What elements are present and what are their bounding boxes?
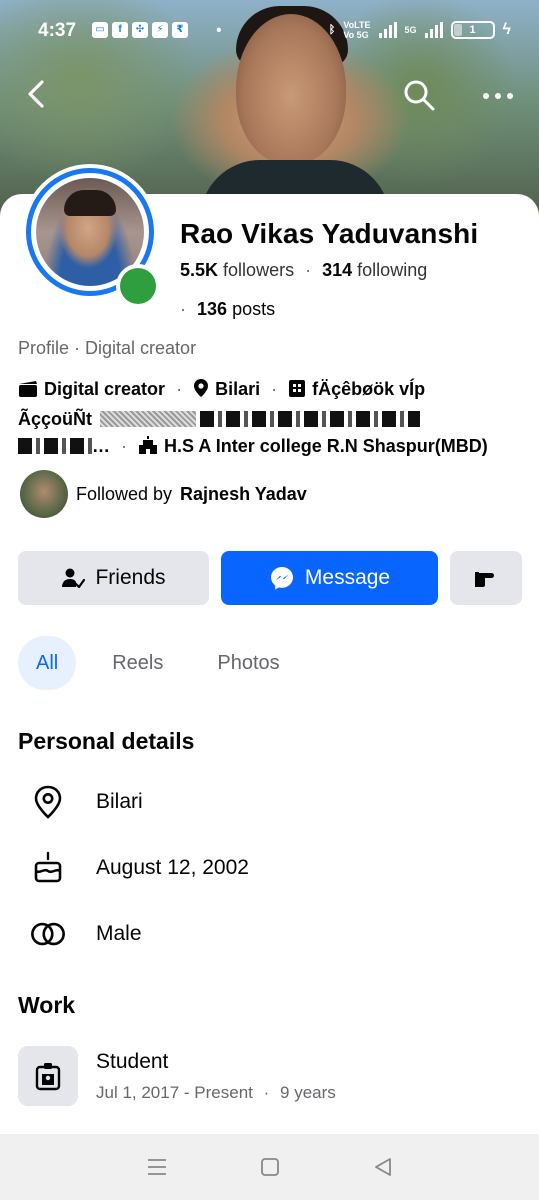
- search-icon: [404, 80, 435, 111]
- intro-ellipsis: …: [92, 436, 110, 456]
- status-right: ᛒ VoLTE Vo 5G 5G 1 ϟ: [329, 20, 511, 40]
- charging-icon: ϟ: [502, 21, 511, 38]
- notification-icons: ▭ f ✣ ⚡ ₹: [92, 22, 188, 38]
- more-options-button[interactable]: [480, 82, 516, 110]
- gender-rings-icon: [30, 916, 66, 952]
- work-title: Student: [96, 1050, 169, 1073]
- detail-birthday-text: August 12, 2002: [96, 856, 249, 879]
- friends-label: Friends: [95, 566, 166, 589]
- home-button[interactable]: [240, 1147, 300, 1187]
- following-count: 314: [322, 260, 353, 280]
- intro-creator: Digital creator: [44, 379, 166, 399]
- work-dates: Jul 1, 2017 - Present: [96, 1083, 253, 1102]
- following-link[interactable]: 314 following: [322, 260, 427, 280]
- online-status-indicator: [116, 264, 160, 308]
- location-pin-icon: [193, 378, 209, 406]
- signal-icon: [378, 22, 397, 38]
- triangle-back-icon: [374, 1158, 391, 1176]
- more-notifications-dot: •: [216, 22, 222, 39]
- detail-location-text: Bilari: [96, 790, 143, 813]
- square-home-icon: [260, 1158, 279, 1176]
- location-pin-icon: [30, 784, 66, 820]
- system-navigation-bar: [0, 1134, 539, 1200]
- tab-photos[interactable]: Photos: [199, 636, 297, 690]
- building-icon: [288, 378, 306, 406]
- app-notification-icon: ✣: [132, 22, 148, 38]
- menu-lines-icon: [147, 1159, 166, 1175]
- mutual-follower[interactable]: Followed by Rajnesh Yadav: [20, 470, 307, 518]
- separator-dot: ·: [121, 436, 128, 456]
- detail-birthday: August 12, 2002: [30, 850, 249, 886]
- separator-dot: ·: [271, 379, 278, 399]
- network-type: VoLTE Vo 5G: [343, 20, 370, 40]
- app-notification-icon: ▭: [92, 22, 108, 38]
- profile-tabs: All Reels Photos: [18, 636, 298, 690]
- profile-name: Rao Vikas Yaduvanshi: [180, 218, 479, 249]
- work-heading: Work: [18, 992, 76, 1018]
- work-subtitle: Jul 1, 2017 - Present · 9 years: [96, 1083, 336, 1103]
- flipkart-notification-icon: ⚡: [152, 22, 168, 38]
- chevron-left-icon: [28, 80, 44, 108]
- followers-link[interactable]: 5.5K followers: [180, 260, 294, 280]
- redacted-glyphs: [18, 438, 92, 454]
- pointing-hand-icon: [475, 572, 494, 587]
- paytm-notification-icon: ₹: [172, 22, 188, 38]
- work-item-icon: [18, 1046, 78, 1106]
- more-dots-icon: [483, 93, 513, 99]
- separator-dot: ·: [176, 379, 183, 399]
- message-label: Message: [304, 566, 391, 589]
- followers-label: followers: [223, 260, 295, 280]
- redacted-pattern: [100, 411, 197, 427]
- detail-location: Bilari: [30, 784, 143, 820]
- followers-count: 5.5K: [180, 260, 219, 280]
- separator-dot: ·: [263, 1083, 270, 1102]
- message-button[interactable]: Message: [221, 551, 438, 605]
- personal-details-heading: Personal details: [18, 728, 195, 754]
- profile-category: Profile · Digital creator: [18, 338, 197, 358]
- intro-location: Bilari: [215, 379, 261, 399]
- followed-by-prefix: Followed by: [76, 483, 173, 504]
- poke-button[interactable]: [450, 551, 522, 605]
- intro-account-line2: ÃççoüÑt: [18, 409, 93, 429]
- tab-reels[interactable]: Reels: [94, 636, 181, 690]
- messenger-icon: [270, 567, 293, 590]
- recent-apps-button[interactable]: [127, 1147, 187, 1187]
- battery-icon: 1: [450, 21, 495, 39]
- detail-gender-text: Male: [96, 922, 142, 945]
- id-badge-icon: [35, 1063, 61, 1091]
- status-bar: 4:37 ▭ f ✣ ⚡ ₹ • ᛒ VoLTE Vo 5G 5G 1 ϟ: [0, 0, 539, 62]
- birthday-cake-icon: [30, 850, 66, 886]
- network-badge: 5G: [404, 25, 417, 35]
- intro-section: Digital creator · Bilari · fÄçêbøök vÍp …: [18, 376, 523, 463]
- friends-button[interactable]: Friends: [18, 551, 209, 605]
- posts-stat[interactable]: · 136 posts: [180, 299, 275, 320]
- search-button[interactable]: [402, 78, 436, 112]
- posts-label: posts: [232, 299, 276, 319]
- following-label: following: [357, 260, 428, 280]
- friend-check-icon: [62, 568, 86, 589]
- facebook-notification-icon: f: [112, 22, 128, 38]
- bluetooth-icon: ᛒ: [328, 24, 336, 36]
- system-back-button[interactable]: [353, 1147, 413, 1187]
- signal-icon-2: [424, 22, 443, 38]
- back-button[interactable]: [20, 76, 56, 112]
- intro-account-line1: fÄçêbøök vÍp: [312, 379, 426, 399]
- intro-school: H.S A Inter college R.N Shaspur(MBD): [164, 436, 488, 456]
- battery-level: 1: [469, 24, 476, 36]
- clapperboard-icon: [18, 379, 38, 406]
- posts-count: 136: [197, 299, 228, 319]
- followed-by-name: Rajnesh Yadav: [180, 483, 307, 504]
- network-top: VoLTE: [343, 20, 371, 30]
- work-duration: 9 years: [280, 1083, 336, 1102]
- mutual-follower-avatar: [20, 470, 68, 518]
- redacted-glyphs: [200, 411, 421, 427]
- detail-gender: Male: [30, 916, 142, 952]
- status-time: 4:37: [38, 20, 77, 41]
- separator-dot: ·: [180, 299, 186, 319]
- separator-dot: ·: [305, 260, 312, 280]
- tab-all[interactable]: All: [18, 636, 77, 690]
- network-bottom: Vo 5G: [343, 30, 369, 40]
- profile-stats: 5.5K followers · 314 following: [180, 260, 427, 281]
- school-icon: [138, 435, 158, 463]
